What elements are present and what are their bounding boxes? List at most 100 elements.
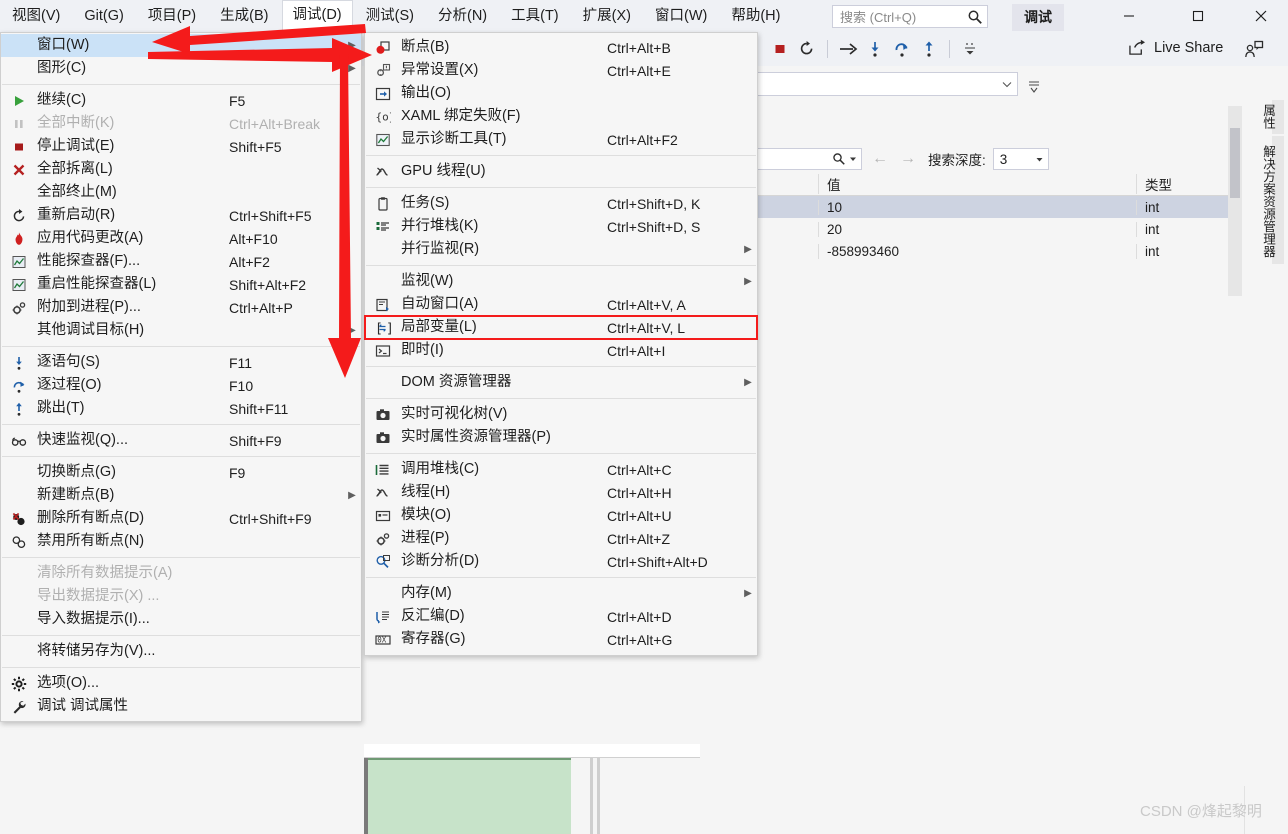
step-out-icon[interactable] xyxy=(917,36,941,62)
menu-item[interactable]: 禁用所有断点(N) xyxy=(1,530,361,553)
restart-icon[interactable] xyxy=(795,36,819,62)
menu-item-shortcut: Ctrl+Alt+Break xyxy=(229,115,321,132)
menu-item[interactable]: 逐过程(O) F10 xyxy=(1,374,361,397)
menu-git[interactable]: Git(G) xyxy=(73,1,134,32)
menu-item[interactable]: 模块(O) Ctrl+Alt+U xyxy=(365,504,757,527)
menu-item-label: 其他调试目标(H) xyxy=(37,322,145,338)
menu-item[interactable]: 反汇编(D) Ctrl+Alt+D xyxy=(365,605,757,628)
share-invite-button[interactable] xyxy=(1244,40,1264,64)
menu-item[interactable]: 图形(C) ▶ xyxy=(1,57,361,80)
menu-item-icon xyxy=(1,585,37,608)
menu-item[interactable]: 切换断点(G) F9 xyxy=(1,461,361,484)
menu-item[interactable]: 自动窗口(A) Ctrl+Alt+V, A xyxy=(365,293,757,316)
menu-item[interactable]: 快速监视(Q)... Shift+F9 xyxy=(1,429,361,452)
table-row[interactable]: -858993460 int xyxy=(752,240,1228,262)
menu-project[interactable]: 项目(P) xyxy=(137,1,207,32)
search-options-chevron-icon[interactable] xyxy=(849,155,857,163)
tab-solution-explorer[interactable]: 解决方案资源管理器 xyxy=(1255,139,1282,264)
nav-back-icon[interactable]: ← xyxy=(872,150,888,168)
window-minimize-button[interactable] xyxy=(1106,0,1152,32)
editor-split-icon[interactable] xyxy=(1026,78,1042,101)
menu-build[interactable]: 生成(B) xyxy=(209,1,279,32)
menu-item[interactable]: 导出数据提示(X) ... xyxy=(1,585,361,608)
menu-item[interactable]: 清除所有数据提示(A) xyxy=(1,562,361,585)
menu-item[interactable]: 选项(O)... xyxy=(1,672,361,695)
menu-help[interactable]: 帮助(H) xyxy=(720,1,791,32)
menu-item[interactable]: 调用堆栈(C) Ctrl+Alt+C xyxy=(365,458,757,481)
window-maximize-button[interactable] xyxy=(1175,0,1221,32)
menu-item[interactable]: 附加到进程(P)... Ctrl+Alt+P xyxy=(1,296,361,319)
menu-debug[interactable]: 调试(D) xyxy=(281,0,353,32)
table-row[interactable]: 20 int xyxy=(752,218,1228,240)
scrollbar-thumb[interactable] xyxy=(1230,128,1240,198)
editor-member-dropdown[interactable] xyxy=(752,72,1018,96)
menu-extensions[interactable]: 扩展(X) xyxy=(572,1,642,32)
menu-item[interactable]: 显示诊断工具(T) Ctrl+Alt+F2 xyxy=(365,128,757,151)
table-row[interactable]: 10 int xyxy=(752,196,1228,218)
menu-item[interactable]: {o} XAML 绑定失败(F) xyxy=(365,105,757,128)
menu-item[interactable]: 重启性能探查器(L) Shift+Alt+F2 xyxy=(1,273,361,296)
menu-analyze[interactable]: 分析(N) xyxy=(427,1,498,32)
menu-item[interactable]: 任务(S) Ctrl+Shift+D, K xyxy=(365,192,757,215)
column-header-type[interactable]: 类型 xyxy=(1136,173,1228,194)
menu-view[interactable]: 视图(V) xyxy=(1,1,71,32)
menu-window[interactable]: 窗口(W) xyxy=(644,1,718,32)
menu-item[interactable]: 调试 调试属性 xyxy=(1,695,361,718)
menu-item[interactable]: 并行堆栈(K) Ctrl+Shift+D, S xyxy=(365,215,757,238)
menu-item[interactable]: 全部拆离(L) xyxy=(1,158,361,181)
step-over-icon[interactable] xyxy=(890,36,914,62)
show-next-statement-icon[interactable] xyxy=(836,36,860,62)
vertical-splitter-2[interactable] xyxy=(597,758,600,834)
menu-item[interactable]: 继续(C) F5 xyxy=(1,89,361,112)
vertical-splitter-1[interactable] xyxy=(590,758,593,834)
locals-search-input[interactable] xyxy=(752,148,862,170)
nav-forward-icon[interactable]: → xyxy=(900,150,916,168)
menu-item[interactable]: 停止调试(E) Shift+F5 xyxy=(1,135,361,158)
menu-item[interactable]: 即时(I) Ctrl+Alt+I xyxy=(365,339,757,362)
menu-item[interactable]: 性能探查器(F)... Alt+F2 xyxy=(1,250,361,273)
menu-item[interactable]: 并行监视(R) ▶ xyxy=(365,238,757,261)
tab-properties[interactable]: 属性 xyxy=(1255,98,1282,135)
menu-item[interactable]: 输出(O) xyxy=(365,82,757,105)
menu-item[interactable]: 断点(B) Ctrl+Alt+B xyxy=(365,36,757,59)
live-share-button[interactable]: Live Share xyxy=(1128,39,1223,56)
menu-item[interactable]: 将转储另存为(V)... xyxy=(1,640,361,663)
menu-item[interactable]: 重新启动(R) Ctrl+Shift+F5 xyxy=(1,204,361,227)
menu-item[interactable]: 监视(W) ▶ xyxy=(365,270,757,293)
menu-item[interactable]: 新建断点(B) ▶ xyxy=(1,484,361,507)
chevron-down-icon[interactable] xyxy=(1035,155,1044,164)
menu-item[interactable]: 异常设置(X) Ctrl+Alt+E xyxy=(365,59,757,82)
menu-item[interactable]: 应用代码更改(A) Alt+F10 xyxy=(1,227,361,250)
quick-search-input[interactable]: 搜索 (Ctrl+Q) xyxy=(832,5,988,28)
menu-item[interactable]: [] 局部变量(L) Ctrl+Alt+V, L xyxy=(364,315,758,340)
menu-item[interactable]: 进程(P) Ctrl+Alt+Z xyxy=(365,527,757,550)
menu-item[interactable]: 全部中断(K) Ctrl+Alt+Break xyxy=(1,112,361,135)
menu-item[interactable]: 内存(M) ▶ xyxy=(365,582,757,605)
menu-item[interactable]: 导入数据提示(I)... xyxy=(1,608,361,631)
menu-item[interactable]: 删除所有断点(D) Ctrl+Shift+F9 xyxy=(1,507,361,530)
menu-item[interactable]: 全部终止(M) xyxy=(1,181,361,204)
toolbar-more-icon[interactable] xyxy=(958,36,982,62)
menu-item-icon xyxy=(1,695,37,718)
menu-item[interactable]: 窗口(W) ▶ xyxy=(1,34,361,57)
menu-item-icon xyxy=(365,403,401,426)
menu-item[interactable]: 0X 寄存器(G) Ctrl+Alt+G xyxy=(365,628,757,651)
menu-item[interactable]: 其他调试目标(H) ▶ xyxy=(1,319,361,342)
menu-item[interactable]: GPU 线程(U) xyxy=(365,160,757,183)
editor-vertical-scrollbar[interactable] xyxy=(1228,106,1242,296)
menu-item[interactable]: DOM 资源管理器 ▶ xyxy=(365,371,757,394)
menu-item[interactable]: 跳出(T) Shift+F11 xyxy=(1,397,361,420)
menu-tools[interactable]: 工具(T) xyxy=(500,1,570,32)
search-depth-stepper[interactable]: 3 xyxy=(992,148,1049,170)
menu-item[interactable]: 诊断分析(D) Ctrl+Shift+Alt+D xyxy=(365,550,757,573)
step-into-icon[interactable] xyxy=(863,36,887,62)
window-close-button[interactable] xyxy=(1238,0,1284,32)
column-header-value[interactable]: 值 xyxy=(818,173,1136,194)
stop-debugging-icon[interactable] xyxy=(768,36,792,62)
menu-item[interactable]: 实时属性资源管理器(P) xyxy=(365,426,757,449)
menu-item[interactable]: 实时可视化树(V) xyxy=(365,403,757,426)
menu-item[interactable]: 逐语句(S) F11 xyxy=(1,351,361,374)
column-header-name[interactable]: 名称 xyxy=(752,174,818,194)
menu-item[interactable]: 线程(H) Ctrl+Alt+H xyxy=(365,481,757,504)
menu-test[interactable]: 测试(S) xyxy=(355,1,425,32)
